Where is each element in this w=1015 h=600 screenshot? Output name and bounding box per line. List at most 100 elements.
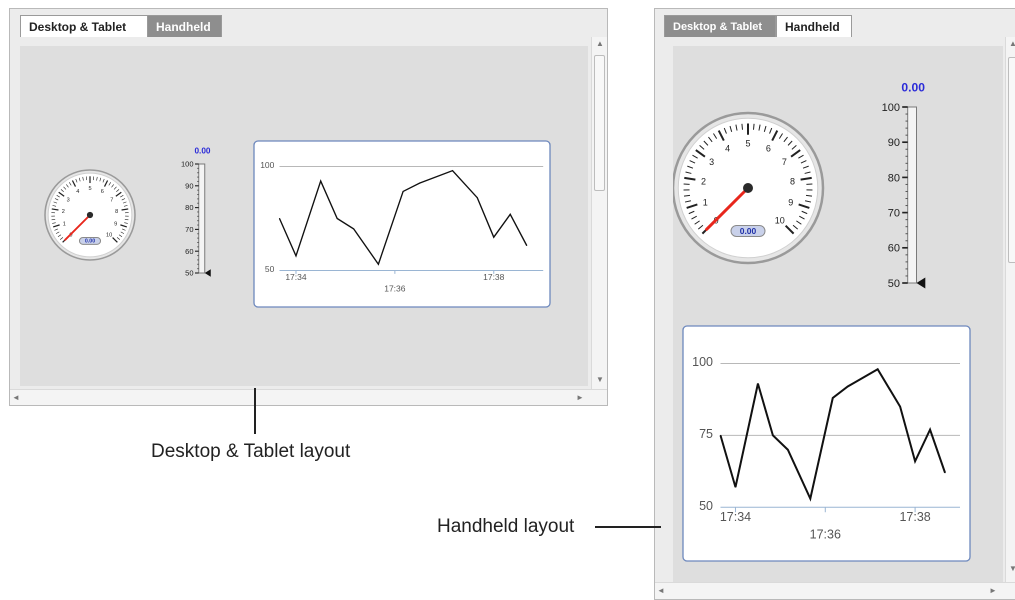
layout-canvas: 0123456789100.00 0.001009080706050 10075… bbox=[673, 46, 1003, 586]
tab-desktop-tablet[interactable]: Desktop & Tablet bbox=[664, 15, 776, 37]
gauge-tick-label: 9 bbox=[114, 222, 117, 228]
gauge-tick-label: 4 bbox=[725, 143, 730, 153]
scroll-up-icon[interactable]: ▲ bbox=[596, 40, 604, 48]
gauge-tick-label: 2 bbox=[701, 176, 706, 186]
vertical-scrollbar[interactable]: ▲ ▼ bbox=[1005, 37, 1015, 582]
chart-point bbox=[720, 435, 721, 436]
widgets: 0123456789100.00 0.001009080706050 10075… bbox=[673, 46, 1003, 586]
desktop-tablet-panel: Desktop & Tablet Handheld 0123456789100.… bbox=[9, 8, 608, 406]
chart-point bbox=[900, 406, 901, 407]
thermometer-tube bbox=[908, 107, 917, 283]
thermometer-tick-label: 90 bbox=[888, 137, 900, 149]
gauge-tick-label: 1 bbox=[63, 222, 66, 228]
gauge-tick-label: 6 bbox=[101, 189, 104, 195]
chart-point bbox=[945, 472, 946, 473]
horizontal-scrollbar[interactable]: ◄ ► bbox=[10, 389, 607, 405]
gauge-tick-label: 7 bbox=[110, 197, 113, 203]
thermometer-tick-label: 80 bbox=[185, 203, 193, 212]
thermometer-widget[interactable]: 0.001009080706050 bbox=[181, 147, 211, 278]
chart-y-tick-label: 75 bbox=[699, 427, 713, 441]
handheld-callout-line bbox=[595, 526, 661, 528]
thermometer-value: 0.00 bbox=[901, 81, 925, 95]
gauge-hub bbox=[87, 212, 93, 218]
chart-x-tick-label: 17:38 bbox=[899, 510, 930, 524]
trend-chart[interactable]: 1005017:3417:3617:38 bbox=[254, 141, 550, 307]
chart-point bbox=[526, 245, 527, 246]
chart-x-tick-label: 17:36 bbox=[384, 284, 406, 294]
gauge-tick-label: 8 bbox=[115, 209, 118, 215]
chart-frame bbox=[254, 141, 550, 307]
gauge-tick bbox=[754, 124, 755, 130]
gauge-hub bbox=[743, 183, 753, 193]
scroll-left-icon[interactable]: ◄ bbox=[657, 587, 665, 595]
gauge-tick-label: 9 bbox=[788, 197, 793, 207]
chart-point bbox=[832, 398, 833, 399]
vertical-scrollbar[interactable]: ▲ ▼ bbox=[591, 37, 607, 389]
tab-bar: Desktop & Tablet Handheld bbox=[10, 9, 607, 37]
chart-y-tick-label: 50 bbox=[699, 499, 713, 513]
widgets: 0123456789100.00 0.001009080706050 10050… bbox=[20, 46, 588, 386]
thermometer-pointer bbox=[917, 278, 926, 289]
chart-point bbox=[772, 435, 773, 436]
thermometer-value: 0.00 bbox=[194, 147, 210, 156]
scroll-down-icon[interactable]: ▼ bbox=[596, 376, 604, 384]
gauge-widget[interactable]: 0123456789100.00 bbox=[673, 113, 823, 263]
thermometer-tick-label: 90 bbox=[185, 181, 193, 190]
chart-point bbox=[279, 218, 280, 219]
scroll-up-icon[interactable]: ▲ bbox=[1009, 40, 1015, 48]
chart-frame bbox=[683, 326, 970, 561]
chart-point bbox=[915, 461, 916, 462]
tab-handheld[interactable]: Handheld bbox=[776, 15, 852, 37]
desktop-layout-caption: Desktop & Tablet layout bbox=[151, 441, 350, 463]
trend-chart[interactable]: 100755017:3417:3617:38 bbox=[683, 326, 970, 561]
chart-point bbox=[337, 218, 338, 219]
gauge-tick-label: 3 bbox=[709, 157, 714, 167]
chart-point bbox=[787, 449, 788, 450]
desktop-callout-line bbox=[254, 388, 256, 434]
tab-desktop-tablet[interactable]: Desktop & Tablet bbox=[20, 15, 153, 37]
chart-point bbox=[295, 255, 296, 256]
chart-point bbox=[320, 181, 321, 182]
chart-point bbox=[378, 264, 379, 265]
gauge-tick-label: 2 bbox=[62, 209, 65, 215]
thermometer-tick-label: 80 bbox=[888, 172, 900, 184]
chart-y-tick-label: 100 bbox=[260, 160, 274, 170]
chart-point bbox=[847, 386, 848, 387]
scroll-thumb[interactable] bbox=[594, 55, 605, 191]
thermometer-tick-label: 60 bbox=[888, 243, 900, 255]
layout-canvas: 0123456789100.00 0.001009080706050 10050… bbox=[20, 46, 588, 386]
chart-y-tick-label: 50 bbox=[265, 264, 275, 274]
gauge-tick-label: 10 bbox=[106, 232, 112, 238]
thermometer-tick-label: 100 bbox=[882, 102, 900, 114]
thermometer-widget[interactable]: 0.00100 90 80 70 60 50 bbox=[882, 81, 926, 290]
chart-x-tick-label: 17:36 bbox=[810, 528, 841, 542]
gauge-tick-label: 5 bbox=[88, 186, 91, 192]
gauge-widget[interactable]: 0123456789100.00 bbox=[45, 170, 135, 260]
thermometer-tick-label: 70 bbox=[185, 225, 193, 234]
gauge-tick-label: 4 bbox=[76, 189, 79, 195]
chart-point bbox=[877, 369, 878, 370]
scroll-right-icon[interactable]: ► bbox=[989, 587, 997, 595]
gauge-value: 0.00 bbox=[740, 226, 757, 236]
handheld-panel: Desktop & Tablet Handheld 0123456789100.… bbox=[654, 8, 1015, 600]
thermometer-tick-label: 100 bbox=[181, 160, 194, 169]
handheld-layout-caption: Handheld layout bbox=[437, 516, 574, 538]
chart-point bbox=[493, 237, 494, 238]
tab-handheld[interactable]: Handheld bbox=[147, 15, 222, 37]
chart-point bbox=[510, 214, 511, 215]
thermometer-tick-label: 50 bbox=[888, 278, 900, 290]
chart-point bbox=[419, 183, 420, 184]
scroll-down-icon[interactable]: ▼ bbox=[1009, 565, 1015, 573]
tab-bar: Desktop & Tablet Handheld bbox=[655, 9, 1015, 37]
gauge-tick-label: 7 bbox=[782, 157, 787, 167]
horizontal-scrollbar[interactable]: ◄ ► bbox=[655, 582, 1015, 600]
scroll-right-icon[interactable]: ► bbox=[576, 394, 584, 402]
scroll-left-icon[interactable]: ◄ bbox=[12, 394, 20, 402]
gauge-tick-label: 8 bbox=[790, 176, 795, 186]
scroll-thumb[interactable] bbox=[1008, 57, 1015, 263]
thermometer-tick-label: 70 bbox=[888, 207, 900, 219]
chart-point bbox=[403, 191, 404, 192]
chart-point bbox=[735, 487, 736, 488]
gauge-tick-label: 10 bbox=[775, 215, 785, 225]
chart-x-tick-label: 17:34 bbox=[720, 510, 751, 524]
